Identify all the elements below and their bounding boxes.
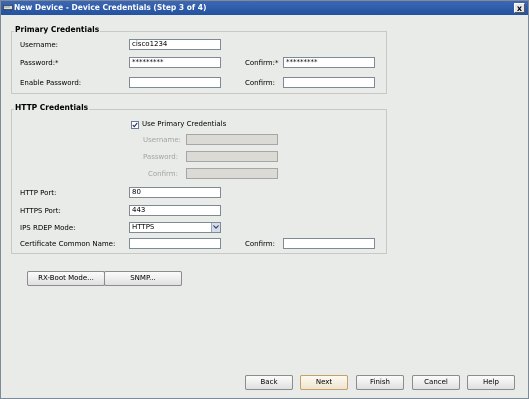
wizard-window: New Device - Device Credentials (Step 3 …: [0, 0, 529, 399]
close-icon: x: [516, 4, 523, 13]
confirm-password-label: Confirm:*: [245, 59, 279, 67]
title-bar: New Device - Device Credentials (Step 3 …: [1, 1, 528, 15]
back-button[interactable]: Back: [245, 375, 293, 390]
http-credentials-title: HTTP Credentials: [14, 103, 90, 112]
http-username-label: Username:: [143, 136, 182, 144]
rxboot-mode-button[interactable]: RX-Boot Mode...: [27, 271, 105, 286]
https-port-label: HTTPS Port:: [20, 207, 61, 215]
https-port-input[interactable]: 443: [129, 205, 221, 216]
cancel-button[interactable]: Cancel: [412, 375, 460, 390]
confirm-password-input[interactable]: *********: [283, 57, 375, 68]
http-password-label: Password:: [143, 153, 179, 161]
use-primary-checkbox[interactable]: [131, 121, 139, 129]
http-username-input: [186, 134, 278, 145]
enable-confirm-input[interactable]: [283, 77, 375, 88]
use-primary-label: Use Primary Credentials: [142, 120, 227, 128]
enable-password-label: Enable Password:: [20, 79, 82, 87]
password-label: Password:*: [20, 59, 59, 67]
primary-credentials-title: Primary Credentials: [14, 25, 101, 34]
window-title: New Device - Device Credentials (Step 3 …: [14, 3, 207, 12]
cert-confirm-input[interactable]: [283, 238, 375, 249]
http-confirm-input: [186, 168, 278, 179]
password-input[interactable]: *********: [129, 57, 221, 68]
network-device-icon: [3, 3, 13, 12]
close-button[interactable]: x: [514, 3, 525, 13]
http-port-label: HTTP Port:: [20, 189, 57, 197]
checkmark-icon: [132, 122, 138, 128]
rdep-mode-select[interactable]: HTTPS: [129, 222, 221, 233]
username-label: Username:: [20, 41, 59, 49]
cert-common-name-label: Certificate Common Name:: [20, 240, 116, 248]
http-port-input[interactable]: 80: [129, 187, 221, 198]
rdep-mode-label: IPS RDEP Mode:: [20, 224, 76, 232]
username-input[interactable]: cisco1234: [129, 39, 221, 50]
help-button[interactable]: Help: [467, 375, 515, 390]
chevron-down-icon: [213, 225, 219, 229]
enable-confirm-label: Confirm:: [245, 79, 275, 87]
cert-confirm-label: Confirm:: [245, 240, 275, 248]
enable-password-input[interactable]: [129, 77, 221, 88]
http-password-input: [186, 151, 278, 162]
snmp-button[interactable]: SNMP...: [104, 271, 182, 286]
cert-common-name-input[interactable]: [129, 238, 221, 249]
rdep-mode-value: HTTPS: [132, 223, 155, 231]
dropdown-arrow[interactable]: [211, 223, 220, 232]
next-button[interactable]: Next: [300, 375, 348, 390]
finish-button[interactable]: Finish: [356, 375, 404, 390]
http-confirm-label: Confirm:: [148, 170, 178, 178]
